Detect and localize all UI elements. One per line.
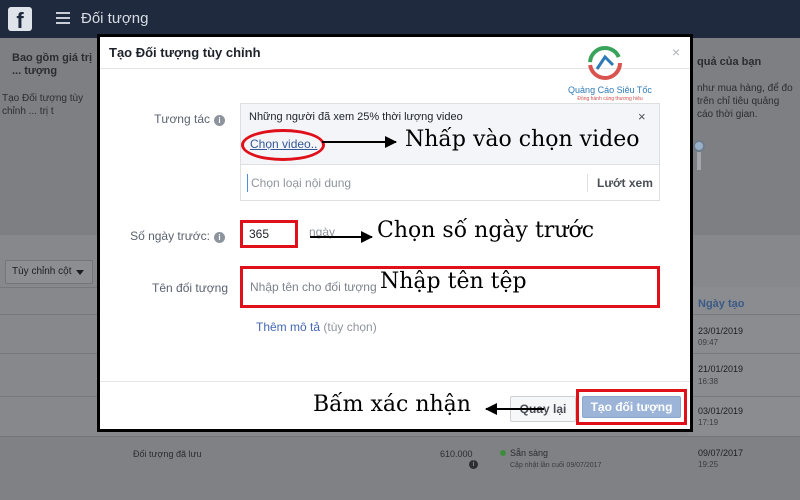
info-icon[interactable]: i <box>469 460 478 469</box>
remove-criteria-icon[interactable]: × <box>638 109 646 124</box>
audience-name-label: Tên đối tượng <box>152 281 228 295</box>
saved-audience-name: Đối tượng đã lưu <box>133 449 202 459</box>
content-type-input[interactable] <box>247 174 577 192</box>
info-icon[interactable]: i <box>214 232 225 243</box>
row-time: 19:25 <box>698 460 719 469</box>
footer-divider <box>100 381 690 382</box>
dialog-title: Tạo Đối tượng tùy chỉnh <box>109 45 261 60</box>
bg-left-heading: Bao gồm giá trị ... tượng <box>12 52 93 77</box>
customize-columns-button[interactable]: Tùy chỉnh cột <box>5 260 93 284</box>
status-dot-icon <box>500 450 506 456</box>
slider-handle[interactable] <box>693 140 705 152</box>
days-label-text: Số ngày trước: <box>130 229 210 243</box>
content-type-search-box: Lướt xem <box>240 165 660 201</box>
row-time: 17:19 <box>698 418 719 427</box>
create-audience-button[interactable]: Tạo đối tượng <box>582 396 681 418</box>
brand-slogan: Đồng hành cùng thương hiệu <box>577 96 643 102</box>
annotation-days: Chọn số ngày trước <box>377 218 595 243</box>
row-time: 16:38 <box>698 377 719 386</box>
browse-button[interactable]: Lướt xem <box>597 176 653 190</box>
status-updated-text: Cập nhật lần cuối 09/07/2017 <box>510 462 602 469</box>
annotation-name: Nhập tên tệp <box>380 269 527 294</box>
row-date: 21/01/2019 <box>698 364 744 374</box>
annotation-arrow <box>310 231 373 243</box>
days-input[interactable] <box>240 220 298 248</box>
choose-video-link[interactable]: Chọn video.. <box>250 137 317 151</box>
brand-logo-icon <box>588 46 622 80</box>
annotation-arrow <box>485 403 544 415</box>
annotation-confirm: Bấm xác nhận <box>313 392 471 417</box>
annotation-choose-video: Nhấp vào chọn video <box>405 127 640 152</box>
divider <box>587 174 588 192</box>
column-header-date[interactable]: Ngày tạo <box>698 298 744 311</box>
top-navigation-bar: f Đối tượng <box>0 0 800 38</box>
page-title: Đối tượng <box>81 10 149 27</box>
brand-name: Quảng Cáo Siêu Tốc <box>568 85 652 95</box>
slider-track <box>697 152 701 170</box>
annotation-arrow <box>322 136 397 148</box>
engagement-label-text: Tương tác <box>154 112 210 126</box>
row-date: 09/07/2017 <box>698 448 744 458</box>
row-time: 09:47 <box>698 338 719 347</box>
add-description-text: Thêm mô tả <box>256 320 321 334</box>
highlight-frame: Tạo đối tượng <box>576 389 687 425</box>
days-label: Số ngày trước: i <box>110 229 225 243</box>
bg-left-description: Tạo Đối tượng tùy chỉnh ... trị t <box>2 93 84 117</box>
optional-text: (tùy chọn) <box>320 320 377 334</box>
menu-icon[interactable] <box>56 12 70 24</box>
info-icon[interactable]: i <box>214 115 225 126</box>
bg-right-heading: quả của bạn <box>697 56 762 68</box>
status-text: Sẵn sàng <box>510 448 549 458</box>
saved-audience-size: 610.000 <box>440 449 473 459</box>
facebook-logo-icon[interactable]: f <box>8 7 32 31</box>
engagement-label: Tương tác i <box>130 112 225 126</box>
close-icon[interactable]: × <box>672 44 680 60</box>
row-date: 03/01/2019 <box>698 406 744 416</box>
table-row-saved-audience[interactable] <box>0 436 800 500</box>
row-date: 23/01/2019 <box>698 326 744 336</box>
add-description-link[interactable]: Thêm mô tả (tùy chọn) <box>256 320 377 334</box>
video-criteria-title: Những người đã xem 25% thời lượng video <box>249 111 463 123</box>
bg-right-description: như mua hàng, để đo trên chỉ tiêu quảng … <box>697 83 793 120</box>
